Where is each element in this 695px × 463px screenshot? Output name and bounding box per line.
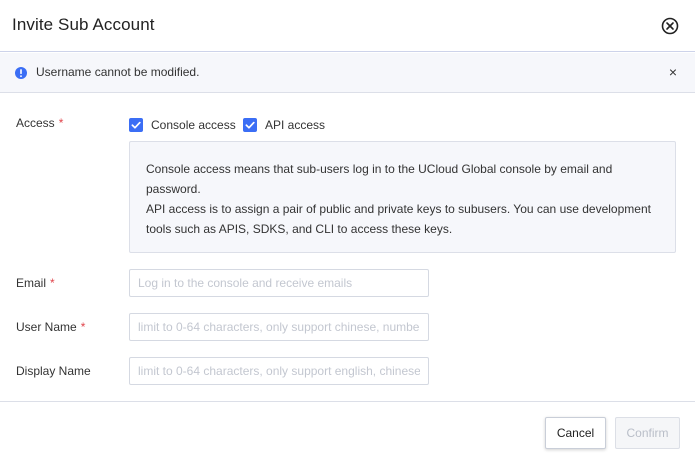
dialog-header: Invite Sub Account xyxy=(0,0,695,52)
api-access-description: API access is to assign a pair of public… xyxy=(146,202,651,236)
user-name-label-text: User Name xyxy=(16,320,77,334)
dialog-title: Invite Sub Account xyxy=(12,15,155,34)
required-mark: * xyxy=(58,116,64,130)
api-access-checkbox[interactable] xyxy=(243,118,257,132)
info-alert: Username cannot be modified. × xyxy=(0,53,695,93)
console-access-checkbox[interactable] xyxy=(129,118,143,132)
display-name-label: Display Name xyxy=(16,364,91,378)
access-info-box: Console access means that sub-users log … xyxy=(129,141,676,253)
invite-sub-account-dialog: Invite Sub Account Username cannot be mo… xyxy=(0,0,695,463)
cancel-button[interactable]: Cancel xyxy=(545,417,606,449)
user-name-label: User Name * xyxy=(16,320,85,334)
info-circle-icon xyxy=(15,67,27,79)
console-access-description: Console access means that sub-users log … xyxy=(146,162,613,196)
checkmark-icon xyxy=(131,121,141,129)
alert-message: Username cannot be modified. xyxy=(36,65,200,79)
access-label: Access * xyxy=(16,116,63,130)
access-label-text: Access xyxy=(16,116,55,130)
api-access-label[interactable]: API access xyxy=(265,118,325,132)
confirm-button[interactable]: Confirm xyxy=(615,417,680,449)
checkmark-icon xyxy=(245,121,255,129)
alert-close-button[interactable]: × xyxy=(666,64,680,80)
required-mark: * xyxy=(50,276,55,290)
email-label-text: Email xyxy=(16,276,47,290)
console-access-label[interactable]: Console access xyxy=(151,118,236,132)
email-input[interactable] xyxy=(129,269,429,297)
required-mark: * xyxy=(80,320,86,334)
user-name-input[interactable] xyxy=(129,313,429,341)
email-label: Email * xyxy=(16,276,55,290)
close-dialog-button[interactable] xyxy=(660,16,680,36)
display-name-input[interactable] xyxy=(129,357,429,385)
footer-divider xyxy=(0,401,695,402)
close-circle-icon xyxy=(661,17,679,35)
